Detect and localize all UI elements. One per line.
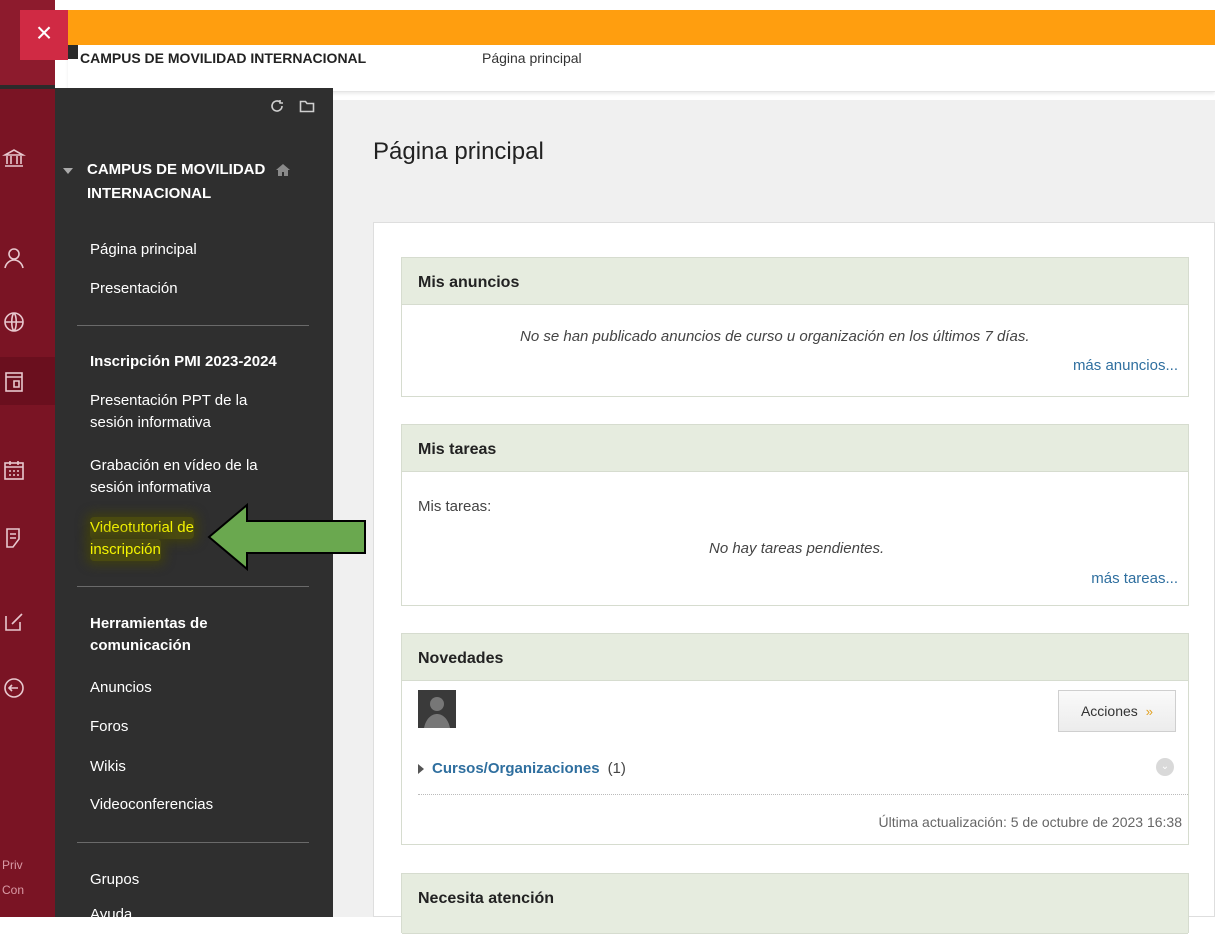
page-title: Página principal <box>373 138 544 165</box>
home-icon[interactable] <box>275 162 291 206</box>
module-title[interactable]: Novedades <box>402 634 1188 681</box>
sidebar-item-videoconferencias[interactable]: Videoconferencias <box>90 794 310 816</box>
double-chevron-down-icon: » <box>1145 703 1154 719</box>
sidebar-item-grabacion-video[interactable]: Grabación en vídeo de la sesión informat… <box>90 455 310 499</box>
actions-button[interactable]: Acciones » <box>1058 690 1176 732</box>
news-divider <box>418 794 1188 795</box>
sidebar-item-ayuda[interactable]: Ayuda <box>90 904 310 926</box>
courses-icon[interactable] <box>0 362 55 402</box>
chevron-down-icon[interactable]: ⌄ <box>1156 758 1174 776</box>
course-menu-header[interactable]: CAMPUS DE MOVILIDAD INTERNACIONAL <box>63 158 323 206</box>
rail-footer-privacy[interactable]: Priv <box>2 858 23 872</box>
module-announcements: Mis anuncios No se han publicado anuncio… <box>401 257 1189 397</box>
left-rail: Priv Con <box>0 0 55 917</box>
logout-icon[interactable] <box>0 668 55 708</box>
sidebar-heading-inscripcion[interactable]: Inscripción PMI 2023-2024 <box>90 351 320 373</box>
sidebar-divider <box>77 842 309 843</box>
topbar-tab <box>68 45 78 59</box>
tasks-label: Mis tareas: <box>418 498 492 515</box>
sidebar-item-anuncios[interactable]: Anuncios <box>90 677 310 699</box>
sidebar-item-foros[interactable]: Foros <box>90 716 310 738</box>
news-toolbar: Acciones » <box>402 682 1188 752</box>
module-title[interactable]: Necesita atención <box>402 874 1188 934</box>
sidebar-divider <box>77 586 309 587</box>
rail-footer-conditions[interactable]: Con <box>2 883 24 897</box>
breadcrumb[interactable]: Página principal <box>482 50 582 66</box>
sidebar-item-grupos[interactable]: Grupos <box>90 869 310 891</box>
rail-divider <box>0 85 55 89</box>
module-title[interactable]: Mis anuncios <box>402 258 1188 305</box>
module-news: Novedades Acciones » Cursos/Organizacion… <box>401 633 1189 845</box>
course-menu-title: CAMPUS DE MOVILIDAD INTERNACIONAL <box>87 161 266 202</box>
collapse-triangle-icon[interactable] <box>63 168 73 174</box>
calendar-icon[interactable] <box>0 450 55 490</box>
sidebar-item-wikis[interactable]: Wikis <box>90 756 310 778</box>
institution-icon[interactable] <box>0 138 55 178</box>
module-tasks: Mis tareas Mis tareas: No hay tareas pen… <box>401 424 1189 606</box>
modules-panel: Mis anuncios No se han publicado anuncio… <box>373 222 1215 934</box>
last-updated: Última actualización: 5 de octubre de 20… <box>878 814 1182 830</box>
sidebar-divider <box>77 325 309 326</box>
courses-count: (1) <box>607 760 626 777</box>
folder-icon[interactable] <box>299 98 315 114</box>
module-attention: Necesita atención <box>401 873 1189 934</box>
main-content: Página principal Mis anuncios No se han … <box>333 100 1215 934</box>
expand-triangle-icon[interactable] <box>418 763 424 774</box>
courses-organizations-link[interactable]: Cursos/Organizaciones <box>432 760 600 777</box>
sidebar-item-presentacion-ppt[interactable]: Presentación PPT de la sesión informativ… <box>90 390 310 434</box>
refresh-icon[interactable] <box>269 98 285 114</box>
module-title[interactable]: Mis tareas <box>402 425 1188 472</box>
top-bar: CAMPUS DE MOVILIDAD INTERNACIONAL Página… <box>68 45 1215 92</box>
user-icon[interactable] <box>0 238 55 278</box>
sidebar-item-pagina-principal[interactable]: Página principal <box>90 239 310 261</box>
top-accent-bar <box>55 10 1215 47</box>
tasks-empty-text: No hay tareas pendientes. <box>709 540 885 557</box>
grades-icon[interactable] <box>0 518 55 558</box>
more-tasks-link[interactable]: más tareas... <box>1091 570 1178 587</box>
close-button[interactable]: × <box>20 10 68 60</box>
more-announcements-link[interactable]: más anuncios... <box>1073 357 1178 374</box>
edit-icon[interactable] <box>0 602 55 642</box>
avatar <box>418 690 456 728</box>
courses-organizations-row: Cursos/Organizaciones (1) <box>418 760 626 777</box>
sidebar-item-presentacion[interactable]: Presentación <box>90 278 310 300</box>
globe-icon[interactable] <box>0 302 55 342</box>
announcements-empty-text: No se han publicado anuncios de curso u … <box>520 328 1030 345</box>
sidebar-heading-herramientas[interactable]: Herramientas de comunicación <box>90 613 320 657</box>
annotation-arrow <box>207 503 366 571</box>
sidebar-tools <box>269 98 315 114</box>
course-title[interactable]: CAMPUS DE MOVILIDAD INTERNACIONAL <box>80 50 366 66</box>
